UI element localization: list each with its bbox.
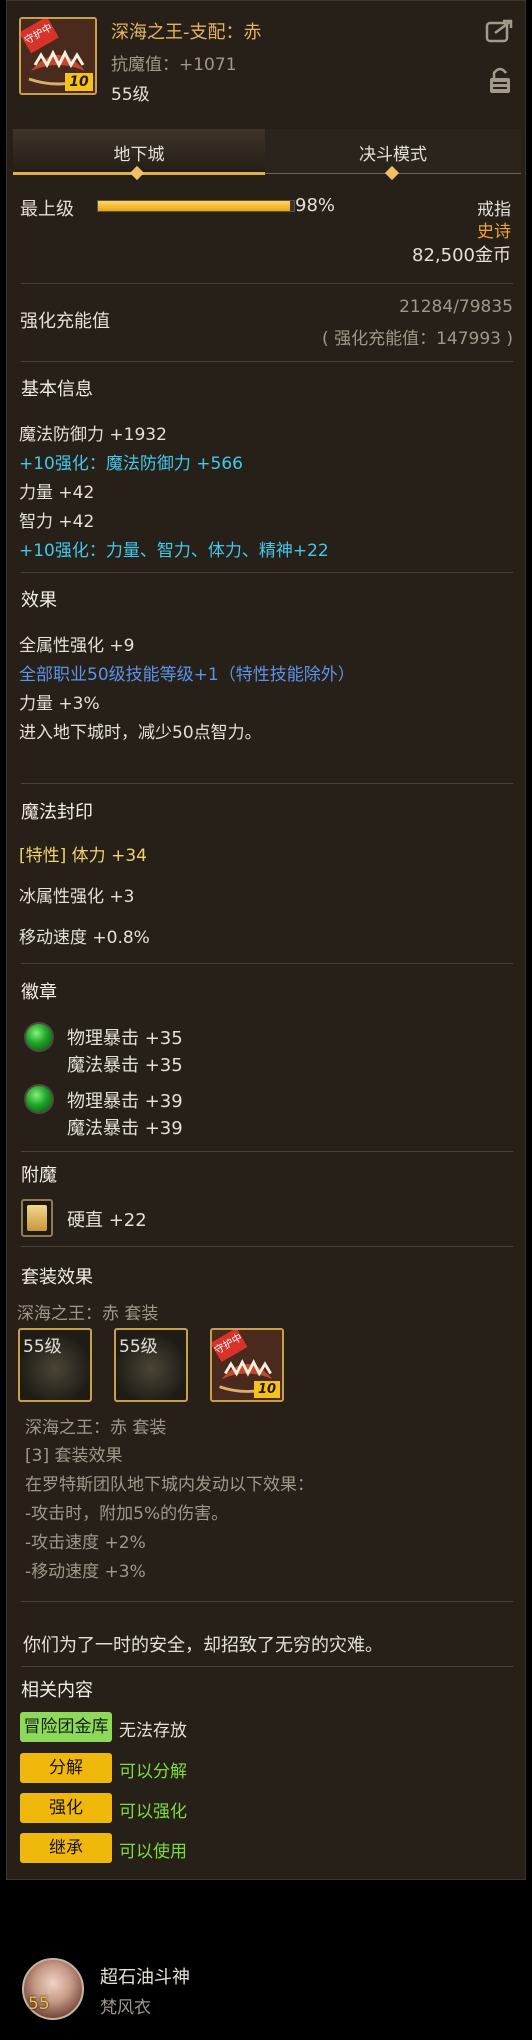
- divider: [21, 572, 513, 573]
- item-icon: 守护中 10: [19, 17, 97, 95]
- character-avatar[interactable]: 55: [22, 1958, 84, 2020]
- grade-progress-fill: [98, 201, 291, 211]
- charge-value: ( 强化充能值：147993 ): [322, 329, 513, 349]
- set-item-level: 55级: [23, 1337, 62, 1357]
- item-rarity: 史诗: [477, 222, 511, 242]
- set-desc-title: 深海之王：赤 套装: [25, 1418, 167, 1438]
- item-level: 55级: [111, 85, 150, 105]
- grade-label: 最上级: [20, 199, 74, 220]
- share-button[interactable]: [485, 17, 515, 45]
- divider: [21, 1666, 513, 1667]
- tag-inherit: 继承: [20, 1833, 112, 1863]
- seal-line: [特性] 体力 +34: [19, 846, 147, 866]
- basic-info-title: 基本信息: [21, 379, 93, 400]
- emblem-line: 魔法暴击 +35: [67, 1055, 183, 1076]
- effect-line: 力量 +3%: [19, 694, 100, 714]
- related-status: 可以强化: [119, 1802, 187, 1822]
- set-title: 套装效果: [21, 1267, 93, 1288]
- divider: [21, 1601, 513, 1602]
- set-item-icon[interactable]: 55级: [18, 1328, 92, 1402]
- basic-line: 力量 +42: [19, 483, 95, 503]
- flavor-text: 你们为了一时的安全，却招致了无穷的灾难。: [23, 1635, 383, 1656]
- card-icon: [27, 1205, 47, 1231]
- green-emblem-icon: [24, 1084, 54, 1114]
- charge-progress: 21284/79835: [399, 297, 513, 317]
- item-resistance: 抗魔值：+1071: [111, 55, 237, 75]
- item-price: 82,500金币: [412, 245, 511, 266]
- character-level: 55: [28, 1994, 50, 2014]
- item-name: 深海之王-支配：赤: [111, 22, 262, 43]
- enhance-level-badge: 10: [65, 73, 93, 91]
- tab-dungeon[interactable]: 地下城: [13, 129, 265, 173]
- tag-disassemble: 分解: [20, 1753, 112, 1783]
- lock-button[interactable]: [487, 65, 513, 95]
- seal-title: 魔法封印: [21, 802, 93, 823]
- tab-duel-label: 决斗模式: [359, 145, 427, 165]
- share-icon: [485, 19, 513, 43]
- basic-line: 魔法防御力 +1932: [19, 425, 167, 445]
- divider: [21, 1246, 513, 1247]
- tag-adventure-vault: 冒险团金库: [20, 1712, 112, 1742]
- emblem-line: 魔法暴击 +39: [67, 1118, 183, 1139]
- enchant-card-icon: [21, 1199, 53, 1237]
- grade-progress-bar: [97, 200, 295, 212]
- emblem-title: 徽章: [21, 982, 57, 1003]
- character-name: 超石油斗神: [100, 1967, 190, 1988]
- emblem-line: 物理暴击 +39: [67, 1091, 183, 1112]
- related-status: 无法存放: [119, 1721, 187, 1741]
- charge-label: 强化充能值: [20, 311, 110, 332]
- set-item-icon-current[interactable]: 守护中 10: [210, 1328, 284, 1402]
- tag-enhance: 强化: [20, 1793, 112, 1823]
- lock-icon: [490, 67, 510, 93]
- divider: [21, 283, 513, 284]
- related-status: 可以使用: [119, 1842, 187, 1862]
- divider: [21, 963, 513, 964]
- emblem-line: 物理暴击 +35: [67, 1028, 183, 1049]
- seal-line: 移动速度 +0.8%: [19, 928, 150, 948]
- grade-percent: 98%: [295, 195, 336, 216]
- set-line: [3] 套装效果: [25, 1446, 123, 1466]
- divider: [21, 361, 513, 362]
- set-line: -攻击速度 +2%: [25, 1533, 146, 1553]
- set-line: 在罗特斯团队地下城内发动以下效果：: [25, 1475, 314, 1495]
- item-tooltip-panel: 守护中 10 深海之王-支配：赤 抗魔值：+1071 55级 地下城 决斗模式 …: [6, 0, 526, 1880]
- related-title: 相关内容: [21, 1680, 93, 1701]
- green-emblem-icon: [24, 1022, 54, 1052]
- set-subtitle: 深海之王：赤 套装: [17, 1304, 159, 1324]
- character-job: 梵风衣: [100, 1998, 151, 2018]
- effect-line: 进入地下城时，减少50点智力。: [19, 723, 262, 743]
- basic-line: 智力 +42: [19, 512, 95, 532]
- set-line: -攻击时，附加5%的伤害。: [25, 1504, 229, 1524]
- basic-line: +10强化：力量、智力、体力、精神+22: [19, 541, 329, 561]
- enhance-level-badge: 10: [254, 1381, 280, 1398]
- enchant-title: 附魔: [21, 1165, 57, 1186]
- enchant-value: 硬直 +22: [67, 1210, 147, 1231]
- related-status: 可以分解: [119, 1762, 187, 1782]
- effect-title: 效果: [21, 590, 57, 611]
- basic-line: +10强化：魔法防御力 +566: [19, 454, 243, 474]
- divider: [21, 1151, 513, 1152]
- effect-line: 全部职业50级技能等级+1（特性技能除外）: [19, 665, 355, 685]
- set-item-icon[interactable]: 55级: [114, 1328, 188, 1402]
- effect-line: 全属性强化 +9: [19, 636, 135, 656]
- set-item-level: 55级: [119, 1337, 158, 1357]
- seal-line: 冰属性强化 +3: [19, 887, 135, 907]
- set-line: -移动速度 +3%: [25, 1562, 146, 1582]
- tab-dungeon-label: 地下城: [113, 145, 165, 165]
- divider: [21, 783, 513, 784]
